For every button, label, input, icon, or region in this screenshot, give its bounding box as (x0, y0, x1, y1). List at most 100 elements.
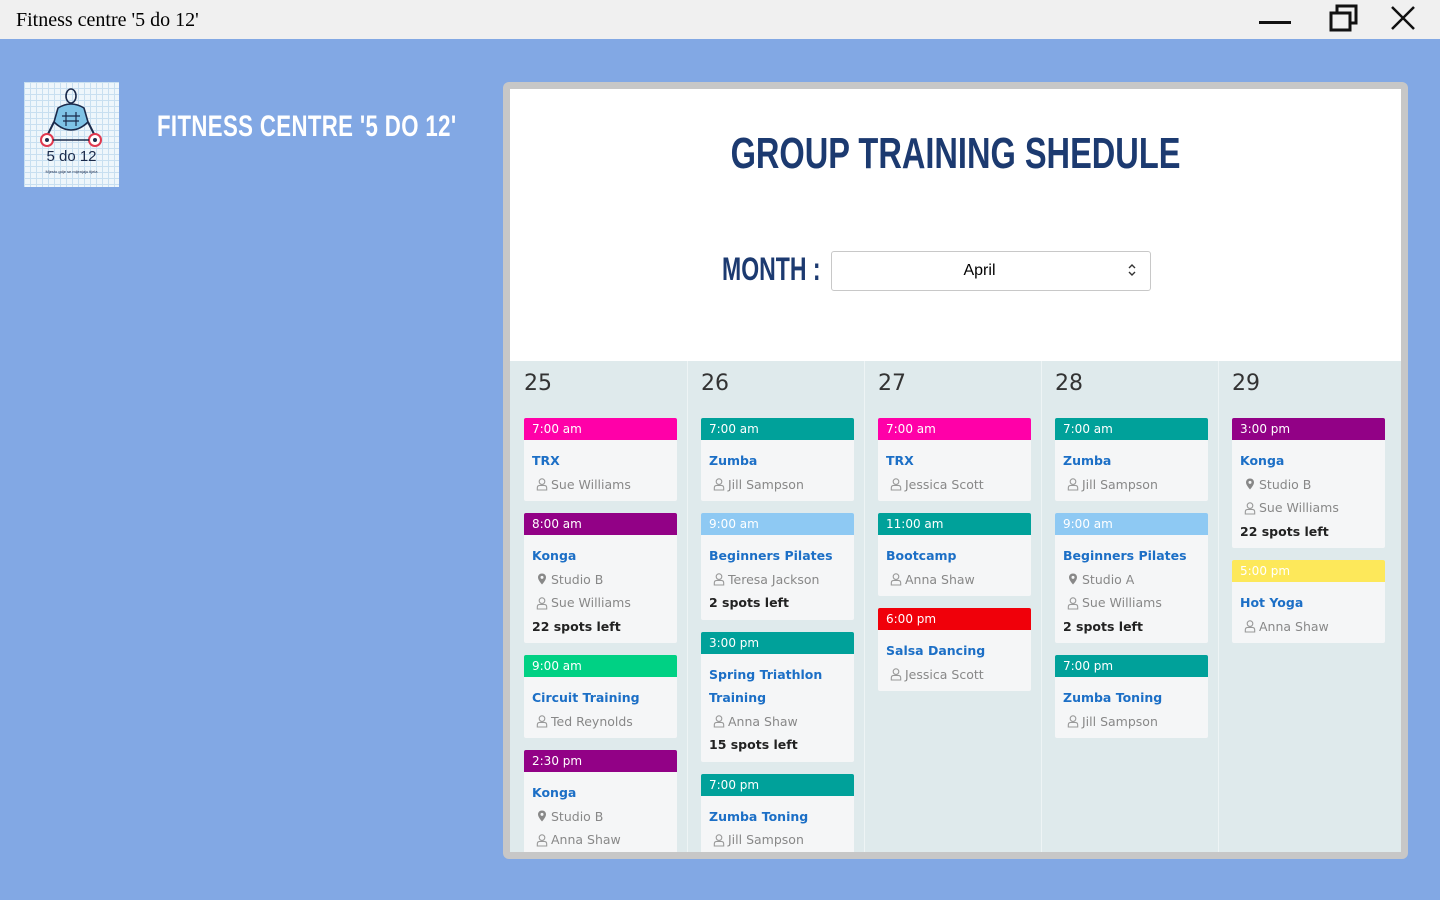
class-instructor: Teresa Jackson (712, 572, 819, 587)
class-card[interactable]: 2:30 pm Konga Studio B Anna Shaw (524, 750, 677, 852)
class-instructor-name: Jill Sampson (1082, 713, 1158, 729)
minimize-button[interactable] (1245, 0, 1305, 39)
class-name[interactable]: Beginners Pilates (709, 544, 849, 568)
class-name[interactable]: Bootcamp (886, 544, 1026, 568)
close-icon (1391, 5, 1415, 34)
column-divider (687, 361, 688, 852)
class-instructor-name: Jessica Scott (905, 666, 984, 682)
class-instructor-name: Jessica Scott (905, 476, 984, 492)
class-studio: Studio B (535, 809, 603, 824)
app-name: FITNESS CENTRE '5 DO 12' (157, 110, 457, 143)
user-icon (712, 833, 726, 847)
class-time: 9:00 am (524, 655, 677, 677)
class-name[interactable]: Salsa Dancing (886, 639, 1026, 663)
class-instructor: Jill Sampson (1066, 477, 1158, 492)
class-name[interactable]: Zumba (709, 449, 849, 473)
class-instructor-name: Anna Shaw (905, 571, 975, 587)
class-name[interactable]: TRX (532, 449, 672, 473)
class-card[interactable]: 3:00 pm Spring Triathlon Training Anna Sha… (701, 631, 854, 762)
day-number: 29 (1232, 371, 1260, 396)
class-spots-left: 15 spots left (709, 737, 798, 752)
class-name[interactable]: Zumba (1063, 449, 1203, 473)
class-instructor: Sue Williams (535, 477, 631, 492)
logo: 5 do 12 Mjesto gdje se mijenjaju tijela (24, 82, 119, 187)
class-studio-text: Studio B (1259, 476, 1312, 492)
class-name[interactable]: Circuit Training (532, 686, 672, 710)
class-card[interactable]: 7:00 am TRX Jessica Scott (878, 418, 1031, 501)
column-divider (1041, 361, 1042, 852)
class-card[interactable]: 9:00 am Beginners Pilates Studio A Sue Will… (1055, 513, 1208, 643)
location-pin-icon (1243, 477, 1257, 491)
class-instructor: Jill Sampson (1066, 714, 1158, 729)
class-name[interactable]: Konga (532, 781, 672, 805)
class-card[interactable]: 7:00 am Zumba Jill Sampson (701, 418, 854, 501)
class-time: 7:00 am (878, 418, 1031, 440)
class-name[interactable]: TRX (886, 449, 1026, 473)
class-studio-text: Studio A (1082, 571, 1135, 587)
class-instructor: Jessica Scott (889, 667, 984, 682)
class-instructor: Ted Reynolds (535, 714, 633, 729)
month-select[interactable]: April (831, 251, 1151, 291)
class-name[interactable]: Beginners Pilates (1063, 544, 1203, 568)
class-instructor: Jill Sampson (712, 477, 804, 492)
class-card[interactable]: 6:00 pm Salsa Dancing Jessica Scott (878, 608, 1031, 691)
class-name[interactable]: Konga (532, 544, 672, 568)
class-name[interactable]: Zumba Toning (1063, 686, 1203, 710)
day-column: 27 7:00 am TRX Jessica Scott 11:00 am Bootcam… (864, 361, 1041, 852)
class-time: 7:00 pm (701, 773, 854, 796)
class-name[interactable]: Konga (1240, 449, 1380, 473)
class-card[interactable]: 11:00 am Bootcamp Anna Shaw (878, 513, 1031, 596)
user-icon (712, 714, 726, 728)
user-icon (1243, 619, 1257, 633)
class-card[interactable]: 9:00 am Beginners Pilates Teresa Jackson 2 … (701, 513, 854, 620)
restore-button[interactable] (1314, 0, 1374, 39)
class-name[interactable]: Zumba Toning (709, 805, 849, 829)
class-instructor-name: Jill Sampson (728, 476, 804, 492)
restore-icon (1329, 4, 1359, 36)
day-column: 26 7:00 am Zumba Jill Sampson 9:00 am Beginne… (687, 361, 864, 852)
class-spots-left: 2 spots left (1063, 618, 1143, 634)
class-instructor-name: Anna Shaw (551, 832, 621, 847)
class-instructor-name: Sue Williams (1082, 595, 1162, 610)
user-icon (535, 833, 549, 847)
class-card[interactable]: 5:00 pm Hot Yoga Anna Shaw (1232, 560, 1385, 643)
day-number: 26 (701, 371, 729, 396)
class-time: 7:00 am (1055, 418, 1208, 440)
user-icon (1066, 714, 1080, 728)
class-card[interactable]: 7:00 am Zumba Jill Sampson (1055, 418, 1208, 501)
class-time: 9:00 am (701, 513, 854, 535)
class-card[interactable]: 7:00 pm Zumba Toning Jill Sampson (1055, 655, 1208, 738)
schedule-panel: GROUP TRAINING SHEDULE MONTH : April 25 7… (503, 82, 1408, 859)
location-pin-icon (535, 809, 549, 823)
user-icon (889, 667, 903, 681)
day-column: 28 7:00 am Zumba Jill Sampson 9:00 am Beginne… (1041, 361, 1218, 852)
class-name[interactable]: Spring Triathlon Training (709, 663, 849, 710)
minimize-icon (1259, 10, 1291, 29)
class-spots-left: 22 spots left (532, 618, 621, 634)
day-column: 25 7:00 am TRX Sue Williams 8:00 am Konga Stud… (510, 361, 687, 852)
class-studio: Studio B (535, 572, 603, 587)
close-button[interactable] (1373, 0, 1433, 39)
day-number: 25 (524, 371, 552, 396)
class-card[interactable]: 3:00 pm Konga Studio B Sue Williams 22 spots… (1232, 418, 1385, 548)
class-card[interactable]: 8:00 am Konga Studio B Sue Williams 22 spots… (524, 513, 677, 643)
schedule-title: GROUP TRAINING SHEDULE (730, 129, 1181, 178)
class-time: 11:00 am (878, 513, 1031, 535)
class-time: 7:00 pm (1055, 655, 1208, 677)
user-icon (535, 477, 549, 491)
class-instructor-name: Sue Williams (1259, 500, 1339, 515)
class-time: 6:00 pm (878, 608, 1031, 630)
class-time: 7:00 am (701, 418, 854, 440)
class-studio-text: Studio B (551, 808, 604, 824)
class-instructor: Anna Shaw (889, 572, 975, 587)
class-instructor: Anna Shaw (1243, 619, 1329, 634)
class-card[interactable]: 7:00 am TRX Sue Williams (524, 418, 677, 501)
class-studio: Studio A (1066, 572, 1134, 587)
class-time: 7:00 am (524, 418, 677, 440)
day-number: 27 (878, 371, 906, 396)
location-pin-icon (535, 572, 549, 586)
select-arrows-icon (1127, 261, 1137, 279)
class-name[interactable]: Hot Yoga (1240, 591, 1380, 615)
class-card[interactable]: 9:00 am Circuit Training Ted Reynolds (524, 655, 677, 738)
class-card[interactable]: 7:00 pm Zumba Toning Jill Sampson (701, 773, 854, 852)
